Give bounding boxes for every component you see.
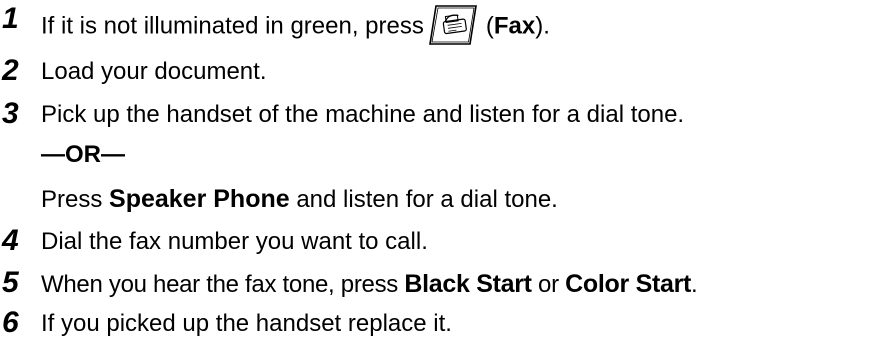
fax-key-label: Fax (493, 12, 536, 40)
instruction-page: 1 If it is not illuminated in green, pre… (0, 0, 877, 342)
step-5-suffix: . (691, 271, 698, 298)
step-2-text: Load your document. (41, 58, 267, 85)
step-3-or-divider: —OR— (41, 141, 125, 168)
step-number-1: 1 (2, 2, 19, 35)
step-5-prefix: When you hear the fax tone, press (41, 271, 405, 298)
step-3-alt-suffix: and listen for a dial tone. (289, 186, 558, 213)
speaker-phone-key-label: Speaker Phone (109, 185, 290, 213)
step-1-paren-close: ). (535, 12, 550, 40)
step-number-2: 2 (2, 54, 19, 87)
fax-machine-icon (428, 4, 478, 46)
step-number-6: 6 (2, 306, 19, 339)
step-3-alternative: Press Speaker Phone and listen for a dia… (41, 184, 558, 215)
step-3-text: Pick up the handset of the machine and l… (41, 101, 685, 128)
step-1-before: If it is not illuminated in green, press (41, 12, 424, 40)
step-5-middle: or (531, 271, 566, 298)
step-number-4: 4 (2, 224, 19, 257)
step-5-text: When you hear the fax tone, press Black … (41, 269, 698, 300)
step-1-text: If it is not illuminated in green, press… (41, 4, 550, 48)
color-start-key-label: Color Start (565, 270, 692, 298)
black-start-key-label: Black Start (404, 270, 532, 298)
step-4-text: Dial the fax number you want to call. (41, 228, 428, 255)
step-3-alt-prefix: Press (41, 186, 110, 213)
step-6-text: If you picked up the handset replace it. (41, 310, 452, 337)
step-number-5: 5 (2, 266, 19, 299)
step-number-3: 3 (2, 97, 19, 130)
step-1-paren-open: ( (485, 12, 494, 40)
